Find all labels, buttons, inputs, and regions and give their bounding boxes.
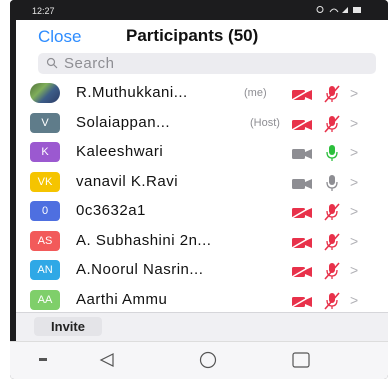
participant-row[interactable]: R.Muthukkani... (me) > bbox=[16, 79, 388, 109]
participants-screen: Close Participants (50) R.Muthukkani... (… bbox=[16, 20, 388, 341]
phone-frame: 12:27 Close Participants (50) R.Muthukka… bbox=[10, 0, 388, 379]
back-icon[interactable] bbox=[92, 348, 122, 372]
participant-name: R.Muthukkani... bbox=[76, 84, 188, 101]
participant-row[interactable]: VK vanavil K.Ravi > bbox=[16, 168, 388, 198]
camera-off-icon bbox=[291, 117, 312, 131]
participant-row[interactable]: AA Aarthi Ammu > bbox=[16, 286, 388, 316]
status-icons bbox=[316, 5, 364, 16]
avatar: 0 bbox=[30, 201, 60, 221]
mic-icon bbox=[324, 143, 340, 163]
android-nav-bar bbox=[10, 341, 388, 379]
avatar: AA bbox=[30, 289, 60, 310]
page-title: Participants (50) bbox=[126, 26, 259, 45]
chevron-right-icon[interactable]: > bbox=[350, 262, 358, 278]
status-time: 12:27 bbox=[32, 6, 55, 16]
search-icon bbox=[46, 57, 58, 69]
avatar: V bbox=[30, 112, 60, 133]
avatar: K bbox=[30, 142, 60, 162]
menu-icon[interactable] bbox=[28, 348, 58, 372]
status-indicator-icons bbox=[316, 6, 361, 13]
participant-name: Kaleeshwari bbox=[76, 143, 164, 160]
chevron-right-icon[interactable]: > bbox=[350, 85, 358, 101]
participant-row[interactable]: K Kaleeshwari > bbox=[16, 138, 388, 168]
camera-off-icon bbox=[291, 88, 312, 101]
participant-row[interactable]: V Solaiappan... (Host) > bbox=[16, 109, 388, 139]
chevron-right-icon[interactable]: > bbox=[350, 203, 358, 219]
status-bar: 12:27 bbox=[10, 0, 388, 20]
avatar bbox=[30, 83, 60, 103]
participant-row[interactable]: 0 0c3632a1 > bbox=[16, 197, 388, 227]
camera-icon bbox=[292, 147, 312, 159]
camera-off-icon bbox=[291, 294, 312, 308]
participant-name: A.Noorul Nasrin... bbox=[76, 261, 204, 278]
invite-button[interactable]: Invite bbox=[34, 317, 102, 336]
chevron-right-icon[interactable]: > bbox=[350, 174, 358, 190]
participant-row[interactable]: AN A.Noorul Nasrin... > bbox=[16, 256, 388, 286]
mic-muted-icon bbox=[324, 84, 340, 104]
mic-icon bbox=[324, 173, 340, 193]
mic-muted-icon bbox=[324, 291, 340, 311]
chevron-right-icon[interactable]: > bbox=[350, 144, 358, 160]
avatar: AN bbox=[30, 260, 60, 280]
header: Close Participants (50) bbox=[16, 20, 388, 52]
participant-name: Aarthi Ammu bbox=[76, 290, 168, 308]
mic-muted-icon bbox=[324, 232, 340, 252]
avatar: AS bbox=[30, 230, 60, 251]
camera-off-icon bbox=[291, 235, 312, 249]
mic-muted-icon bbox=[324, 202, 340, 222]
chevron-right-icon[interactable]: > bbox=[350, 233, 358, 249]
mic-muted-icon bbox=[324, 114, 340, 134]
camera-off-icon bbox=[291, 206, 312, 219]
mic-muted-icon bbox=[324, 261, 340, 281]
participant-name: Solaiappan... bbox=[76, 113, 171, 131]
participant-name: vanavil K.Ravi bbox=[76, 172, 179, 190]
search-input[interactable] bbox=[64, 54, 364, 73]
avatar: VK bbox=[30, 171, 60, 192]
close-button[interactable]: Close bbox=[38, 27, 81, 47]
chevron-right-icon[interactable]: > bbox=[350, 292, 358, 308]
camera-icon bbox=[292, 177, 312, 189]
participant-row[interactable]: AS A. Subhashini 2n... > bbox=[16, 227, 388, 257]
invite-bar: Invite bbox=[16, 312, 388, 341]
participant-name: 0c3632a1 bbox=[76, 202, 146, 219]
recents-icon[interactable] bbox=[286, 348, 316, 372]
chevron-right-icon[interactable]: > bbox=[350, 115, 358, 131]
home-icon[interactable] bbox=[193, 348, 223, 372]
participant-name: A. Subhashini 2n... bbox=[76, 231, 212, 249]
participant-role-tag: (me) bbox=[244, 87, 267, 99]
search-bar[interactable] bbox=[38, 53, 376, 74]
participant-role-tag: (Host) bbox=[250, 116, 280, 129]
camera-off-icon bbox=[291, 265, 312, 278]
participant-list: R.Muthukkani... (me) > V Solaiappan... (Host)… bbox=[16, 79, 388, 319]
